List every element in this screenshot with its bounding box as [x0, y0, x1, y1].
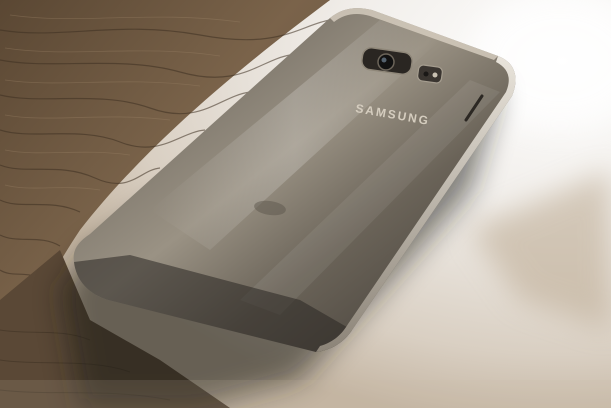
photo-canvas: SAMSUNG — [0, 0, 611, 408]
photo-scene: SAMSUNG — [0, 0, 611, 408]
camera-lens-icon — [377, 53, 395, 71]
flash-icon — [417, 64, 443, 84]
